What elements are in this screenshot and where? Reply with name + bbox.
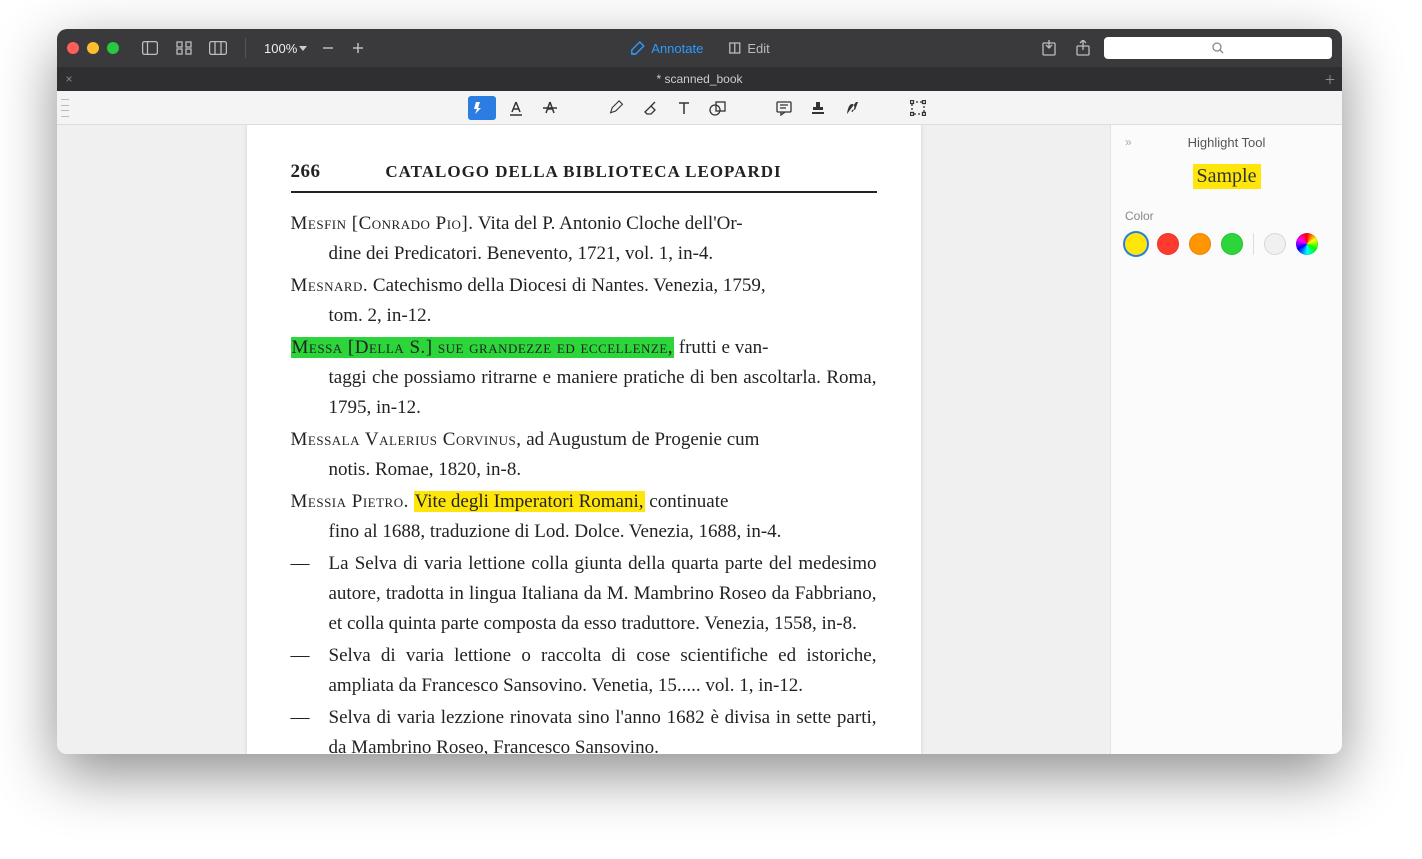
zoom-window[interactable]: [107, 42, 119, 54]
sidebar-toggle-icon[interactable]: [137, 35, 163, 61]
contact-sheet-icon[interactable]: [205, 35, 231, 61]
catalog-subentry: — Selva di varia lezzione rinovata sino …: [291, 703, 877, 754]
import-icon[interactable]: [1036, 35, 1062, 61]
document-page: 266 CATALOGO DELLA BIBLIOTECA LEOPARDI M…: [247, 125, 921, 754]
inspector-panel: » Highlight Tool Sample Color: [1110, 125, 1342, 754]
zoom-in-button[interactable]: [345, 35, 371, 61]
thumbnails-icon[interactable]: [171, 35, 197, 61]
tab-bar: × * scanned_book ＋: [57, 67, 1342, 91]
running-head: CATALOGO DELLA BIBLIOTECA LEOPARDI: [321, 162, 847, 182]
note-tool[interactable]: [770, 96, 798, 120]
catalog-entry: Messia Pietro. Vite degli Imperatori Rom…: [291, 487, 877, 547]
catalog-subentry: — La Selva di varia lettione colla giunt…: [291, 549, 877, 639]
underline-tool[interactable]: [502, 96, 530, 120]
pencil-tool[interactable]: [602, 96, 630, 120]
share-icon[interactable]: [1070, 35, 1096, 61]
new-tab-button[interactable]: ＋: [1324, 71, 1336, 88]
catalog-subentry: — Selva di varia lettione o raccolta di …: [291, 641, 877, 701]
color-label: Color: [1125, 209, 1328, 223]
annotate-mode-button[interactable]: Annotate: [629, 40, 703, 56]
shape-tool[interactable]: [704, 96, 732, 120]
panel-title: » Highlight Tool: [1125, 135, 1328, 150]
catalog-entry: Mesfin [Conrado Pio]. Vita del P. Antoni…: [291, 209, 877, 269]
titlebar: 100% Annotate Edit: [57, 29, 1342, 67]
color-swatch-orange[interactable]: [1189, 233, 1211, 255]
catalog-entry: Messala Valerius Corvinus, ad Augustum d…: [291, 425, 877, 485]
search-input[interactable]: [1104, 37, 1332, 59]
highlight-tool[interactable]: [468, 96, 496, 120]
window-controls: [67, 42, 119, 54]
edit-mode-button[interactable]: Edit: [727, 41, 769, 56]
content-area: 266 CATALOGO DELLA BIBLIOTECA LEOPARDI M…: [57, 125, 1342, 754]
eraser-tool[interactable]: [636, 96, 664, 120]
minimize-window[interactable]: [87, 42, 99, 54]
strikethrough-tool[interactable]: [536, 96, 564, 120]
highlight-yellow[interactable]: Vite degli Imperatori Romani,: [414, 491, 645, 512]
color-swatch-custom[interactable]: [1296, 233, 1318, 255]
highlight-green[interactable]: Messa [Della S.] sue grandezze ed eccell…: [291, 337, 675, 358]
mode-selector: Annotate Edit: [629, 40, 769, 56]
page-number: 266: [291, 161, 321, 183]
toolbar-handle[interactable]: [61, 99, 69, 117]
annotation-toolbar: [57, 91, 1342, 125]
tab-title[interactable]: * scanned_book: [656, 72, 742, 86]
color-swatch-yellow[interactable]: [1125, 233, 1147, 255]
zoom-level[interactable]: 100%: [260, 41, 311, 56]
signature-tool[interactable]: [838, 96, 866, 120]
color-swatch-clear[interactable]: [1264, 233, 1286, 255]
text-tool[interactable]: [670, 96, 698, 120]
catalog-entry: Mesnard. Catechismo della Diocesi di Nan…: [291, 271, 877, 331]
selection-tool[interactable]: [904, 96, 932, 120]
stamp-tool[interactable]: [804, 96, 832, 120]
color-swatch-red[interactable]: [1157, 233, 1179, 255]
zoom-controls: 100%: [260, 35, 371, 61]
highlight-sample: Sample: [1193, 164, 1261, 189]
catalog-entry: Messa [Della S.] sue grandezze ed eccell…: [291, 333, 877, 423]
document-viewer[interactable]: 266 CATALOGO DELLA BIBLIOTECA LEOPARDI M…: [57, 125, 1110, 754]
close-tab-button[interactable]: ×: [57, 72, 81, 86]
close-window[interactable]: [67, 42, 79, 54]
color-swatches: [1125, 233, 1328, 255]
app-window: 100% Annotate Edit: [57, 29, 1342, 754]
color-swatch-green[interactable]: [1221, 233, 1243, 255]
collapse-panel-icon[interactable]: »: [1125, 135, 1132, 149]
zoom-out-button[interactable]: [315, 35, 341, 61]
